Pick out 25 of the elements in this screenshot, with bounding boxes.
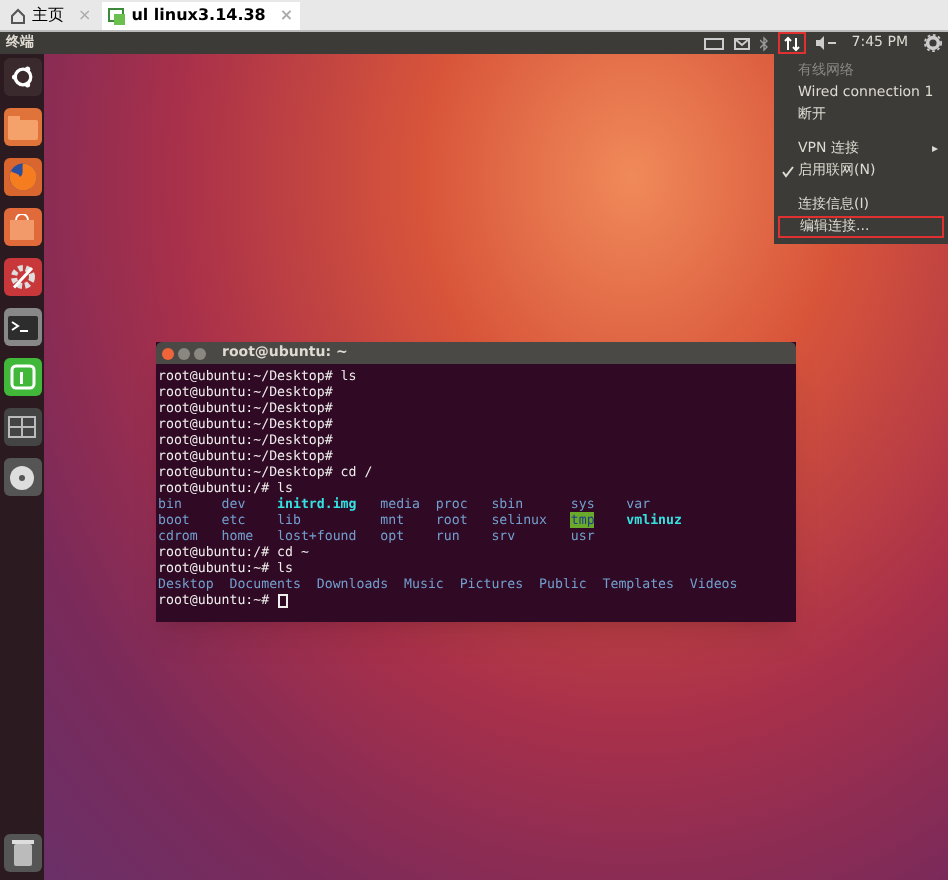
ubuntu-logo-icon[interactable] [3, 58, 41, 96]
settings-icon[interactable] [3, 258, 41, 296]
tab-label: ul linux3.14.38 [131, 4, 266, 28]
close-button[interactable] [162, 347, 174, 359]
keyboard-icon[interactable] [703, 37, 724, 49]
shopping-bag-icon[interactable] [3, 208, 41, 246]
checkmark-icon [782, 165, 794, 177]
gear-icon[interactable] [924, 34, 942, 52]
tab-label: 主页 [32, 4, 64, 28]
minimize-button[interactable] [178, 347, 190, 359]
workspace-switcher-icon[interactable] [3, 408, 41, 446]
cursor [277, 593, 288, 607]
dvd-icon[interactable] [3, 458, 41, 496]
folder-icon[interactable] [3, 108, 41, 146]
volume-icon[interactable] [815, 36, 836, 50]
maximize-button[interactable] [194, 347, 206, 359]
trash-icon[interactable] [3, 834, 41, 872]
browser-tab[interactable]: ul linux3.14.38 × [101, 2, 300, 30]
network-icon[interactable] [777, 32, 806, 54]
terminal-icon[interactable] [3, 308, 41, 346]
bluetooth-icon[interactable] [759, 35, 768, 51]
mail-icon[interactable] [733, 37, 750, 49]
vm-icon [107, 7, 126, 25]
firefox-icon[interactable] [3, 158, 41, 196]
home-icon [10, 8, 26, 24]
